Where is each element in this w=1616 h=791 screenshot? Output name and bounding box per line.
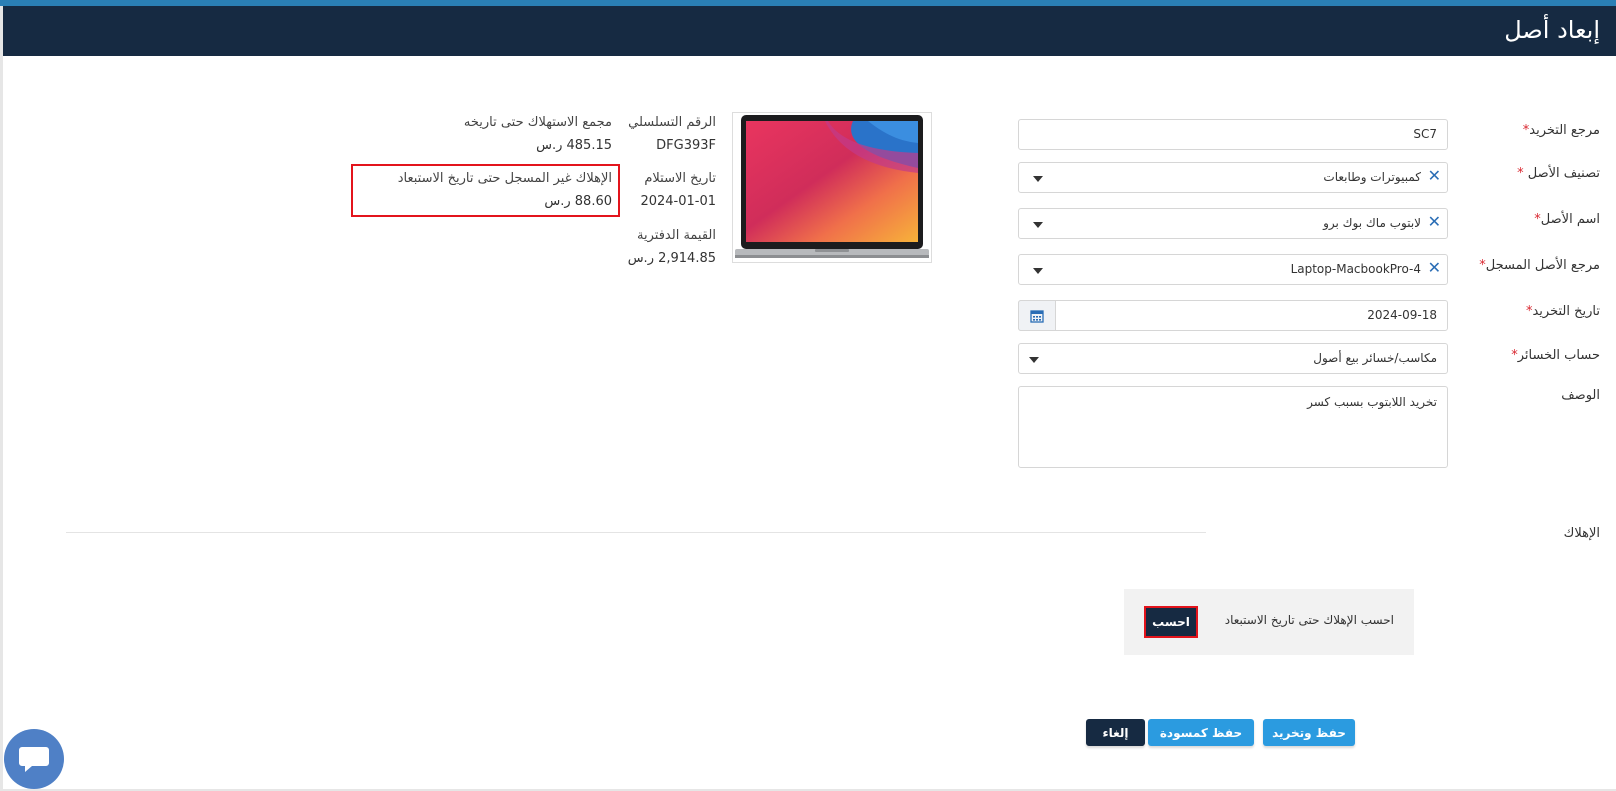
disposal-ref-input[interactable]: SC7	[1018, 119, 1448, 150]
caret-down-icon[interactable]	[1033, 268, 1043, 274]
loss-account-value: مكاسب/خسائر بيع أصول	[1313, 351, 1437, 365]
calendar-button[interactable]	[1018, 300, 1056, 331]
receipt-date-value: 2024-01-01	[640, 194, 716, 209]
frame-left-border	[0, 6, 3, 791]
disposal-date-input[interactable]: 2024-09-18	[1018, 300, 1448, 331]
asset-name-value: لابتوب ماك بوك برو	[1323, 216, 1421, 230]
clear-icon[interactable]: ✕	[1428, 258, 1441, 277]
highlight-box	[351, 164, 620, 217]
serial-number-label: الرقم التسلسلي	[628, 115, 716, 130]
clear-icon[interactable]: ✕	[1428, 212, 1441, 231]
section-divider	[66, 532, 1206, 533]
registered-asset-ref-label: مرجع الأصل المسجل*	[1479, 258, 1600, 273]
calc-depreciation-label: احسب الإهلاك حتى تاريخ الاستبعاد	[1224, 613, 1394, 627]
laptop-image	[735, 115, 929, 258]
asset-category-select[interactable]: ✕ كمبيوترات وطابعات	[1018, 162, 1448, 193]
disposal-ref-value: SC7	[1413, 127, 1437, 141]
calendar-icon	[1030, 309, 1044, 323]
registered-asset-ref-value: Laptop-MacbookPro-4	[1290, 262, 1421, 276]
depreciation-calc-panel: احسب الإهلاك حتى تاريخ الاستبعاد احسب	[1124, 589, 1414, 655]
calculate-button[interactable]: احسب	[1144, 606, 1198, 638]
disposal-ref-label: مرجع التخريد*	[1522, 123, 1600, 138]
asset-photo	[732, 112, 932, 263]
page-header: إبعاد أصل	[3, 6, 1616, 56]
disposal-date-label: تاريخ التخريد*	[1525, 304, 1600, 319]
asset-category-label: تصنيف الأصل *	[1517, 166, 1600, 181]
page-title: إبعاد أصل	[1504, 16, 1600, 44]
loss-account-select[interactable]: مكاسب/خسائر بيع أصول	[1018, 343, 1448, 374]
asset-name-label: اسم الأصل*	[1534, 212, 1600, 227]
description-textarea[interactable]: تخريد اللابتوب بسبب كسر	[1018, 386, 1448, 468]
depreciation-section-label: الإهلاك	[1563, 526, 1600, 541]
chat-bubble-icon	[19, 747, 49, 772]
description-value: تخريد اللابتوب بسبب كسر	[1307, 395, 1437, 409]
save-draft-button[interactable]: حفظ كمسودة	[1148, 719, 1254, 746]
registered-asset-ref-select[interactable]: ✕ Laptop-MacbookPro-4	[1018, 254, 1448, 285]
asset-name-select[interactable]: ✕ لابتوب ماك بوك برو	[1018, 208, 1448, 239]
caret-down-icon[interactable]	[1033, 176, 1043, 182]
caret-down-icon[interactable]	[1029, 357, 1039, 363]
accumulated-depreciation-value: 485.15 ر.س	[536, 138, 612, 153]
asset-category-value: كمبيوترات وطابعات	[1323, 170, 1421, 184]
book-value-value: 2,914.85 ر.س	[627, 251, 716, 266]
chat-widget-button[interactable]	[4, 729, 64, 789]
disposal-date-value: 2024-09-18	[1367, 308, 1437, 322]
description-label: الوصف	[1561, 388, 1600, 403]
receipt-date-label: تاريخ الاستلام	[644, 171, 716, 186]
book-value-label: القيمة الدفترية	[637, 228, 716, 243]
accumulated-depreciation-label: مجمع الاستهلاك حتى تاريخه	[463, 115, 612, 130]
clear-icon[interactable]: ✕	[1428, 166, 1441, 185]
serial-number-value: DFG393F	[656, 138, 716, 153]
save-and-dispose-button[interactable]: حفظ وتخريد	[1263, 719, 1355, 746]
caret-down-icon[interactable]	[1033, 222, 1043, 228]
loss-account-label: حساب الخسائر*	[1511, 348, 1600, 363]
cancel-button[interactable]: إلغاء	[1086, 719, 1145, 746]
